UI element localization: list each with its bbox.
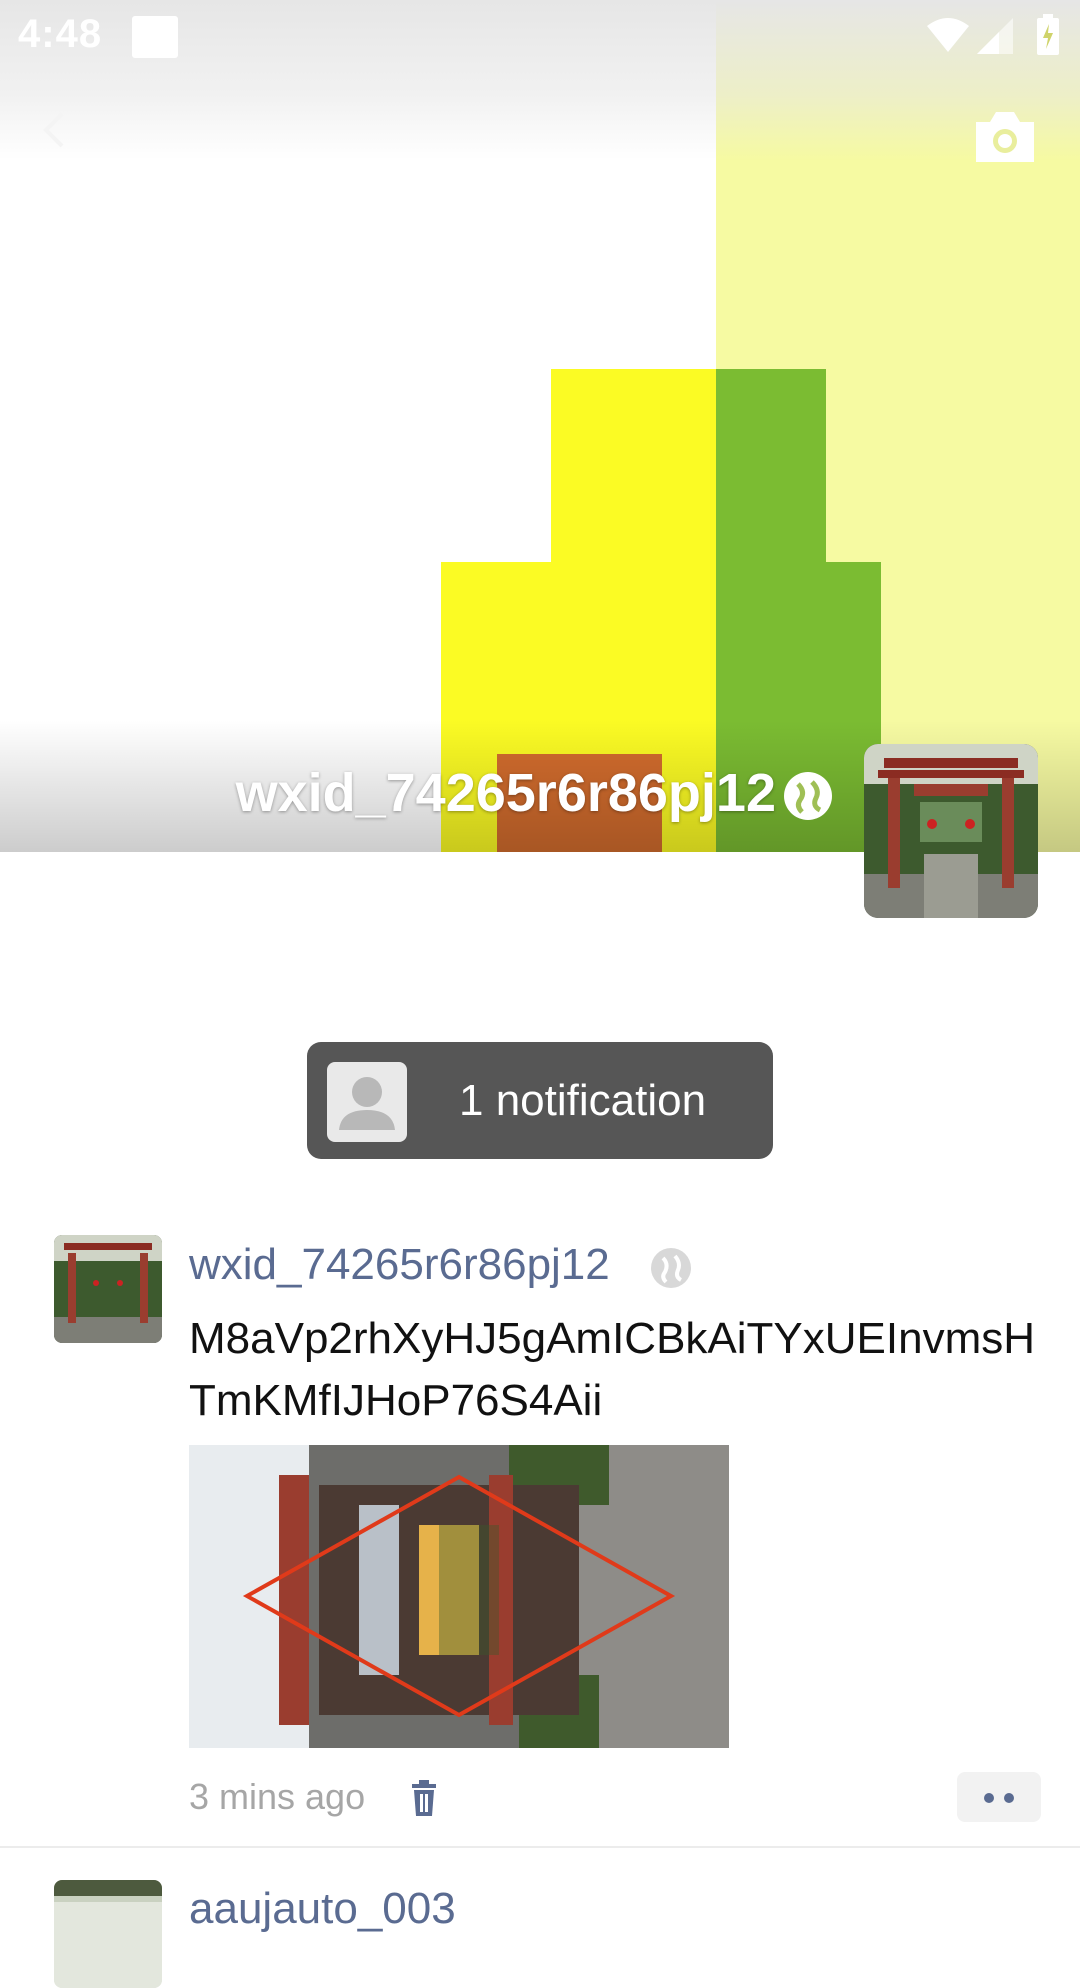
post-author-name[interactable]: aaujauto_003: [189, 1884, 456, 1934]
profile-avatar[interactable]: [864, 744, 1038, 918]
status-time: 4:48: [18, 12, 103, 56]
post-image[interactable]: [189, 1445, 729, 1748]
dot: [984, 1793, 994, 1803]
profile-name[interactable]: wxid_74265r6r86pj12: [236, 762, 776, 824]
camera-icon[interactable]: [970, 108, 1040, 168]
notification-label: 1 notification: [459, 1076, 707, 1125]
friends-circle-badge-icon: [784, 772, 832, 820]
signal-icon: [977, 18, 1013, 54]
wifi-icon: [927, 18, 969, 52]
dot: [1004, 1793, 1014, 1803]
post-timestamp: 3 mins ago: [189, 1776, 366, 1817]
cover-image[interactable]: [0, 0, 1080, 852]
post-author-avatar[interactable]: [54, 1880, 162, 1988]
post-text: M8aVp2rhXyHJ5gAmICBkAiTYxUEInvmsHTmKMfIJ…: [189, 1314, 1036, 1425]
friends-circle-badge-icon: [651, 1248, 691, 1288]
chevron-left-icon[interactable]: [30, 100, 90, 160]
notification-square-icon: [132, 16, 178, 58]
notification-button[interactable]: 1 notification: [307, 1042, 773, 1159]
status-bar: 4:48: [0, 0, 1080, 74]
trash-icon[interactable]: [404, 1778, 444, 1818]
post-author-avatar[interactable]: [54, 1235, 162, 1343]
post-divider: [0, 1846, 1080, 1848]
battery-icon: [1037, 14, 1059, 55]
default-avatar-icon: [327, 1062, 407, 1142]
post-author-name[interactable]: wxid_74265r6r86pj12: [189, 1240, 610, 1290]
more-dots-icon[interactable]: [957, 1772, 1041, 1822]
